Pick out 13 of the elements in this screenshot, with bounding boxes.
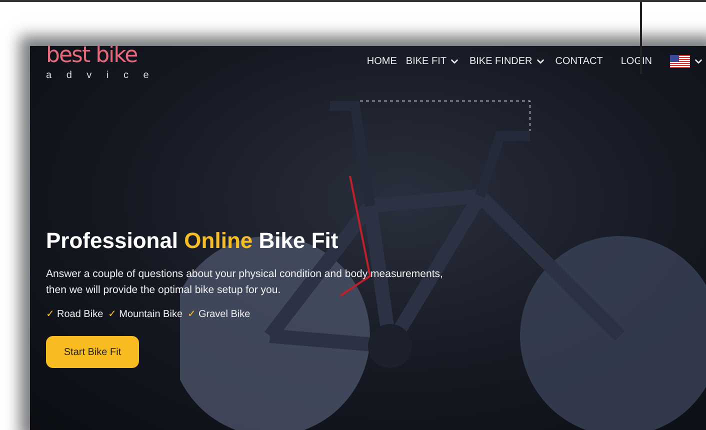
nav-link[interactable]: HOME: [366, 56, 397, 66]
nav-link[interactable]: BIKE FIT: [406, 56, 460, 66]
flag-icon: [670, 54, 690, 68]
start-bike-fit-button[interactable]: Start Bike Fit: [46, 336, 139, 368]
nav-link[interactable]: BIKE FINDER: [469, 56, 546, 66]
logo-subtitle: a d v i c e: [46, 70, 155, 82]
feature-item: ✓ Gravel Bike: [188, 308, 250, 320]
hero-description: Answer a couple of questions about your physical condition and body measurements, then we will provide the optimal bike setup for you.: [46, 267, 444, 298]
language-selector[interactable]: [670, 54, 704, 68]
feature-item: ✓ Mountain Bike: [108, 308, 183, 320]
nav-link[interactable]: CONTACT: [555, 56, 603, 66]
feature-item: ✓ Road Bike: [46, 308, 104, 320]
hero-headline: Professional Online Bike Fit: [46, 228, 338, 254]
